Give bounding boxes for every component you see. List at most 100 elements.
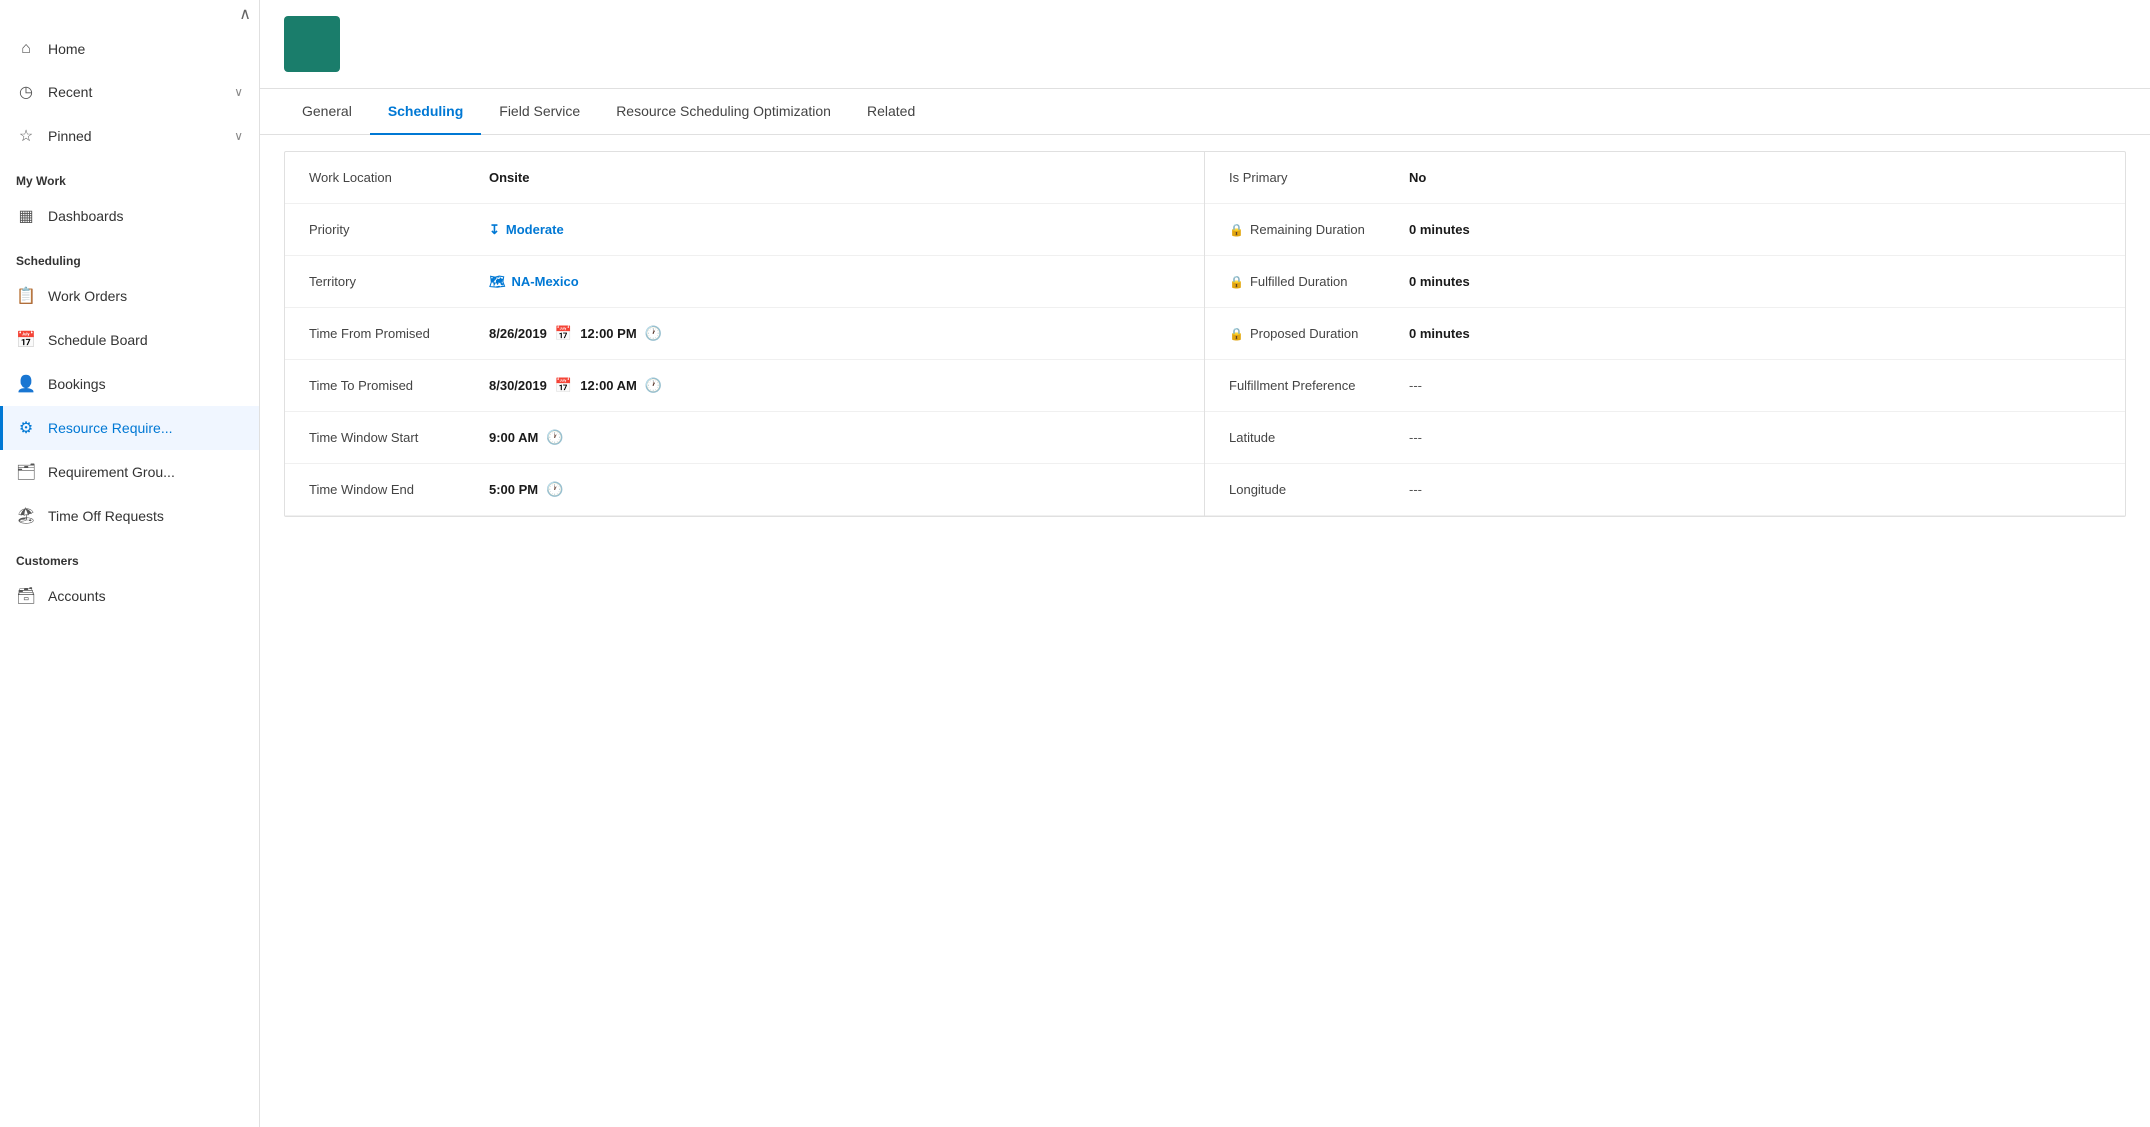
priority-sort-icon: ↧ (489, 222, 500, 238)
form-label-time-to-promised: Time To Promised (309, 378, 489, 393)
date-value-time-from-promised[interactable]: 8/26/2019 (489, 326, 547, 341)
sidebar-sections: My Work ▦ Dashboards Scheduling 📋 Work O… (0, 158, 259, 618)
time-value-time-window-start[interactable]: 9:00 AM (489, 430, 538, 445)
sidebar-item-label-bookings: Bookings (48, 376, 106, 392)
sidebar-item-label-accounts: Accounts (48, 588, 106, 604)
clock-icon-time-to-promised[interactable]: 🕐 (645, 377, 662, 394)
record-icon (284, 16, 340, 72)
sidebar-nav-recent[interactable]: ◷ Recent ∨ (0, 70, 259, 114)
schedule-board-icon: 📅 (16, 330, 36, 350)
territory-sort-icon: 🗺 (489, 274, 506, 290)
form-label-time-from-promised: Time From Promised (309, 326, 489, 341)
calendar-icon-time-from-promised[interactable]: 📅 (555, 325, 572, 342)
sidebar-item-accounts[interactable]: 🗃 Accounts (0, 574, 259, 618)
clock-icon-time-window-end[interactable]: 🕐 (546, 481, 563, 498)
form-label-fulfilled-duration: 🔒Fulfilled Duration (1229, 274, 1409, 289)
form-row-latitude: Latitude --- (1205, 412, 2125, 464)
form-row-proposed-duration: 🔒Proposed Duration 0 minutes (1205, 308, 2125, 360)
sidebar-item-label-requirement-groups: Requirement Grou... (48, 464, 175, 480)
form-label-fulfillment-preference: Fulfillment Preference (1229, 378, 1409, 393)
form-label-time-window-end: Time Window End (309, 482, 489, 497)
sidebar-item-time-off-requests[interactable]: 🏖 Time Off Requests (0, 494, 259, 538)
sidebar-item-label-time-off-requests: Time Off Requests (48, 508, 164, 524)
form-value-work-location: Onsite (489, 170, 529, 185)
datetime-time-to-promised: 8/30/2019 📅 12:00 AM 🕐 (489, 377, 662, 394)
form-label-longitude: Longitude (1229, 482, 1409, 497)
sidebar-item-work-orders[interactable]: 📋 Work Orders (0, 274, 259, 318)
clock-icon-time-from-promised[interactable]: 🕐 (645, 325, 662, 342)
resource-requirements-icon: ⚙ (16, 418, 36, 438)
calendar-icon-time-to-promised[interactable]: 📅 (555, 377, 572, 394)
form-value-priority[interactable]: ↧ Moderate (489, 222, 564, 238)
tab-related[interactable]: Related (849, 89, 933, 135)
dashboards-icon: ▦ (16, 206, 36, 226)
tab-resource-scheduling-optimization[interactable]: Resource Scheduling Optimization (598, 89, 849, 135)
form-label-latitude: Latitude (1229, 430, 1409, 445)
time-container-time-window-start: 9:00 AM 🕐 (489, 429, 564, 446)
sidebar-item-resource-requirements[interactable]: ⚙ Resource Require... (0, 406, 259, 450)
recent-icon: ◷ (16, 82, 36, 102)
form-label-proposed-duration: 🔒Proposed Duration (1229, 326, 1409, 341)
sidebar-section-title-scheduling: Scheduling (0, 238, 259, 274)
tab-bar: GeneralSchedulingField ServiceResource S… (260, 89, 2150, 135)
date-value-time-to-promised[interactable]: 8/30/2019 (489, 378, 547, 393)
form-value-is-primary: No (1409, 170, 1426, 185)
form-content: Work Location Onsite Priority ↧ Moderate… (260, 135, 2150, 1127)
time-value-time-to-promised[interactable]: 12:00 AM (580, 378, 637, 393)
sidebar-nav-label-home: Home (48, 41, 85, 57)
form-row-time-to-promised: Time To Promised 8/30/2019 📅 12:00 AM 🕐 (285, 360, 1204, 412)
form-value-territory[interactable]: 🗺 NA-Mexico (489, 274, 579, 290)
sidebar-item-label-dashboards: Dashboards (48, 208, 124, 224)
form-row-remaining-duration: 🔒Remaining Duration 0 minutes (1205, 204, 2125, 256)
tab-scheduling[interactable]: Scheduling (370, 89, 481, 135)
main-content: GeneralSchedulingField ServiceResource S… (260, 0, 2150, 1127)
form-label-work-location: Work Location (309, 170, 489, 185)
home-icon: ⌂ (16, 40, 36, 58)
sidebar-top-nav: ⌂ Home ◷ Recent ∨ ☆ Pinned ∨ (0, 28, 259, 158)
time-value-time-window-end[interactable]: 5:00 PM (489, 482, 538, 497)
form-row-time-window-end: Time Window End 5:00 PM 🕐 (285, 464, 1204, 516)
sidebar-item-requirement-groups[interactable]: 🗂 Requirement Grou... (0, 450, 259, 494)
sidebar-item-schedule-board[interactable]: 📅 Schedule Board (0, 318, 259, 362)
datetime-time-from-promised: 8/26/2019 📅 12:00 PM 🕐 (489, 325, 662, 342)
form-row-work-location: Work Location Onsite (285, 152, 1204, 204)
form-row-time-from-promised: Time From Promised 8/26/2019 📅 12:00 PM … (285, 308, 1204, 360)
requirement-groups-icon: 🗂 (16, 462, 36, 482)
form-label-time-window-start: Time Window Start (309, 430, 489, 445)
sidebar-nav-label-recent: Recent (48, 84, 92, 100)
sidebar-nav-home[interactable]: ⌂ Home (0, 28, 259, 70)
time-off-requests-icon: 🏖 (16, 506, 36, 526)
form-left-column: Work Location Onsite Priority ↧ Moderate… (285, 152, 1205, 516)
form-grid: Work Location Onsite Priority ↧ Moderate… (285, 152, 2125, 516)
form-value-latitude: --- (1409, 430, 1422, 445)
sidebar-nav-pinned[interactable]: ☆ Pinned ∨ (0, 114, 259, 158)
clock-icon-time-window-start[interactable]: 🕐 (546, 429, 563, 446)
sidebar: ∧ ⌂ Home ◷ Recent ∨ ☆ Pinned ∨ My Work ▦… (0, 0, 260, 1127)
form-row-time-window-start: Time Window Start 9:00 AM 🕐 (285, 412, 1204, 464)
form-label-is-primary: Is Primary (1229, 170, 1409, 185)
record-header (260, 0, 2150, 89)
form-label-remaining-duration: 🔒Remaining Duration (1229, 222, 1409, 237)
form-value-fulfilled-duration: 0 minutes (1409, 274, 1470, 289)
accounts-icon: 🗃 (16, 586, 36, 606)
lock-icon-remaining-duration: 🔒 (1229, 223, 1244, 237)
sidebar-item-label-resource-requirements: Resource Require... (48, 420, 173, 436)
sidebar-section-title-my-work: My Work (0, 158, 259, 194)
sidebar-item-label-schedule-board: Schedule Board (48, 332, 148, 348)
tab-field-service[interactable]: Field Service (481, 89, 598, 135)
sidebar-item-bookings[interactable]: 👤 Bookings (0, 362, 259, 406)
tab-general[interactable]: General (284, 89, 370, 135)
work-orders-icon: 📋 (16, 286, 36, 306)
lock-icon-proposed-duration: 🔒 (1229, 327, 1244, 341)
sidebar-nav-label-pinned: Pinned (48, 128, 92, 144)
recent-chevron-icon: ∨ (234, 85, 243, 99)
sidebar-scroll-up-button[interactable]: ∧ (239, 4, 251, 24)
form-label-priority: Priority (309, 222, 489, 237)
time-value-time-from-promised[interactable]: 12:00 PM (580, 326, 636, 341)
form-right-column: Is Primary No 🔒Remaining Duration 0 minu… (1205, 152, 2125, 516)
form-value-proposed-duration: 0 minutes (1409, 326, 1470, 341)
sidebar-item-dashboards[interactable]: ▦ Dashboards (0, 194, 259, 238)
pinned-chevron-icon: ∨ (234, 129, 243, 143)
form-row-longitude: Longitude --- (1205, 464, 2125, 516)
lock-icon-fulfilled-duration: 🔒 (1229, 275, 1244, 289)
